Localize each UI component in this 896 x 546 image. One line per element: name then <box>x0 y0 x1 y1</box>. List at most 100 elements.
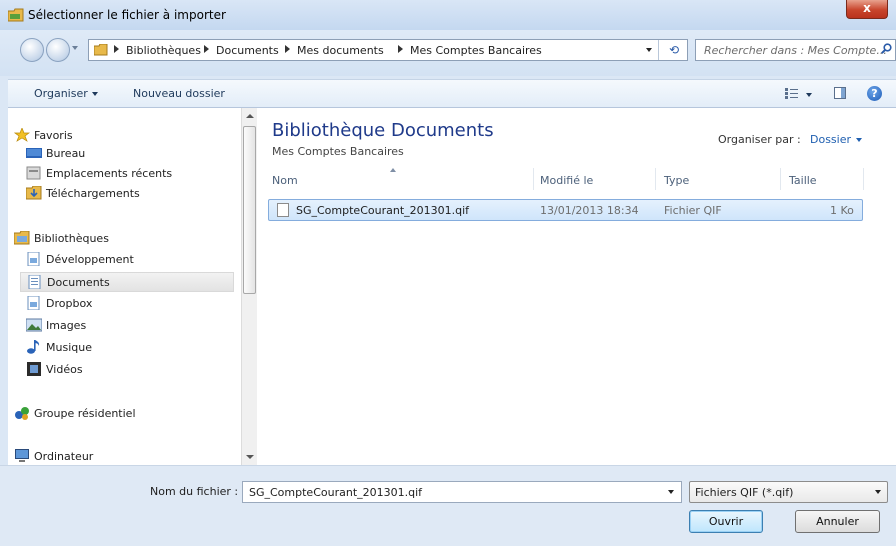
sidebar-item-label: Images <box>46 319 87 332</box>
chevron-right-icon[interactable] <box>114 45 119 53</box>
chevron-down-icon[interactable] <box>806 93 812 97</box>
breadcrumb-my-documents[interactable]: Mes documents <box>297 44 384 57</box>
breadcrumb-libraries[interactable]: Bibliothèques <box>126 44 201 57</box>
chevron-down-icon <box>91 92 98 96</box>
chevron-down-icon[interactable] <box>856 138 862 142</box>
pictures-icon <box>26 318 42 332</box>
close-button[interactable]: x <box>846 0 888 19</box>
file-list-pane: Bibliothèque Documents Mes Comptes Banca… <box>257 108 896 465</box>
forward-button[interactable] <box>46 38 70 62</box>
sidebar-item-pictures[interactable]: Images <box>26 316 234 336</box>
file-size: 1 Ko <box>830 204 854 217</box>
title-bar: Sélectionner le fichier à importer x <box>0 0 896 30</box>
recent-pages-dropdown-icon[interactable] <box>72 46 78 50</box>
folder-icon <box>8 8 24 22</box>
libraries-icon <box>14 231 30 245</box>
filename-input[interactable]: SG_CompteCourant_201301.qif <box>242 481 682 503</box>
library-icon <box>27 296 40 310</box>
column-header-size[interactable]: Taille <box>789 174 817 187</box>
filename-label: Nom du fichier : <box>150 485 239 498</box>
cancel-button[interactable]: Annuler <box>795 510 880 533</box>
sidebar-item-label: Favoris <box>34 129 73 142</box>
file-type-value: Fichiers QIF (*.qif) <box>695 486 794 499</box>
organize-label: Organiser <box>34 87 88 100</box>
view-options-icon[interactable] <box>785 88 798 99</box>
library-title: Bibliothèque Documents <box>272 120 494 141</box>
sidebar-item-label: Groupe résidentiel <box>34 407 136 420</box>
sidebar-item-videos[interactable]: Vidéos <box>26 360 234 380</box>
library-subtitle: Mes Comptes Bancaires <box>272 145 404 158</box>
sidebar-item-favorites[interactable]: Favoris <box>14 126 234 146</box>
file-icon <box>277 203 289 217</box>
computer-icon <box>15 449 29 462</box>
sidebar-item-label: Développement <box>46 253 134 266</box>
address-dropdown-icon[interactable] <box>646 48 652 52</box>
sidebar-item-libraries[interactable]: Bibliothèques <box>14 229 234 249</box>
command-bar: Organiser Nouveau dossier ? <box>8 79 896 108</box>
sidebar-item-label: Vidéos <box>46 363 83 376</box>
new-folder-button[interactable]: Nouveau dossier <box>133 87 225 100</box>
arrange-by-label: Organiser par : <box>718 133 801 146</box>
file-type: Fichier QIF <box>664 204 722 217</box>
refresh-button[interactable]: ⟲ <box>658 40 689 60</box>
breadcrumb-bank-accounts[interactable]: Mes Comptes Bancaires <box>410 44 542 57</box>
chevron-right-icon[interactable] <box>204 45 209 53</box>
address-bar[interactable]: Bibliothèques Documents Mes documents Me… <box>88 39 688 61</box>
column-header-modified[interactable]: Modifié le <box>540 174 593 187</box>
file-open-dialog: Sélectionner le fichier à importer x Bib… <box>0 0 896 546</box>
sidebar-item-label: Dropbox <box>46 297 93 310</box>
sidebar-item-computer[interactable]: Ordinateur <box>14 447 234 467</box>
sidebar-item-label: Musique <box>46 341 92 354</box>
help-icon[interactable]: ? <box>867 86 882 101</box>
homegroup-icon <box>15 407 29 420</box>
breadcrumb-documents[interactable]: Documents <box>216 44 279 57</box>
sidebar-item-documents[interactable]: Documents <box>20 272 234 292</box>
file-modified: 13/01/2013 18:34 <box>540 204 639 217</box>
column-divider[interactable] <box>863 168 864 190</box>
column-divider[interactable] <box>780 168 781 190</box>
organize-button[interactable]: Organiser <box>34 87 98 100</box>
sidebar-scrollbar[interactable] <box>241 108 257 465</box>
dialog-footer: Nom du fichier : SG_CompteCourant_201301… <box>0 465 896 546</box>
sidebar-item-development[interactable]: Développement <box>26 250 234 270</box>
sidebar-item-homegroup[interactable]: Groupe résidentiel <box>14 404 234 424</box>
scroll-thumb[interactable] <box>243 126 256 294</box>
chevron-down-icon[interactable] <box>668 490 674 494</box>
sort-ascending-icon <box>390 168 396 172</box>
search-input[interactable]: Rechercher dans : Mes Compte... <box>695 39 896 61</box>
navigation-bar: Bibliothèques Documents Mes documents Me… <box>0 30 896 76</box>
preview-pane-icon[interactable] <box>834 87 846 99</box>
file-row[interactable]: SG_CompteCourant_201301.qif 13/01/2013 1… <box>268 199 863 221</box>
chevron-right-icon[interactable] <box>285 45 290 53</box>
sidebar-item-recent-places[interactable]: Emplacements récents <box>26 164 234 184</box>
column-divider[interactable] <box>533 168 534 190</box>
search-placeholder: Rechercher dans : Mes Compte... <box>704 44 887 57</box>
column-header-type[interactable]: Type <box>664 174 689 187</box>
recent-places-icon <box>26 166 41 180</box>
sidebar-item-label: Bibliothèques <box>34 232 109 245</box>
arrange-by-dropdown[interactable]: Dossier <box>810 133 851 146</box>
window-title: Sélectionner le fichier à importer <box>28 8 226 22</box>
sidebar-item-label: Emplacements récents <box>46 167 173 180</box>
library-icon <box>27 252 40 266</box>
sidebar-item-label: Ordinateur <box>34 450 94 463</box>
chevron-down-icon[interactable] <box>875 490 881 494</box>
downloads-icon <box>26 186 42 200</box>
file-type-select[interactable]: Fichiers QIF (*.qif) <box>689 481 888 503</box>
sidebar-item-downloads[interactable]: Téléchargements <box>26 184 234 204</box>
column-header-name[interactable]: Nom <box>272 174 298 187</box>
chevron-right-icon[interactable] <box>398 45 403 53</box>
scroll-down-icon[interactable] <box>246 455 254 459</box>
star-icon <box>14 128 30 142</box>
open-button[interactable]: Ouvrir <box>689 510 763 533</box>
sidebar-item-desktop[interactable]: Bureau <box>26 144 234 164</box>
column-divider[interactable] <box>655 168 656 190</box>
scroll-up-icon[interactable] <box>246 114 254 118</box>
file-name: SG_CompteCourant_201301.qif <box>296 204 470 217</box>
sidebar-item-label: Documents <box>47 276 110 289</box>
back-button[interactable] <box>20 38 44 62</box>
sidebar-item-label: Téléchargements <box>46 187 140 200</box>
search-icon[interactable] <box>881 43 892 54</box>
sidebar-item-music[interactable]: Musique <box>26 338 234 358</box>
sidebar-item-dropbox[interactable]: Dropbox <box>26 294 234 314</box>
